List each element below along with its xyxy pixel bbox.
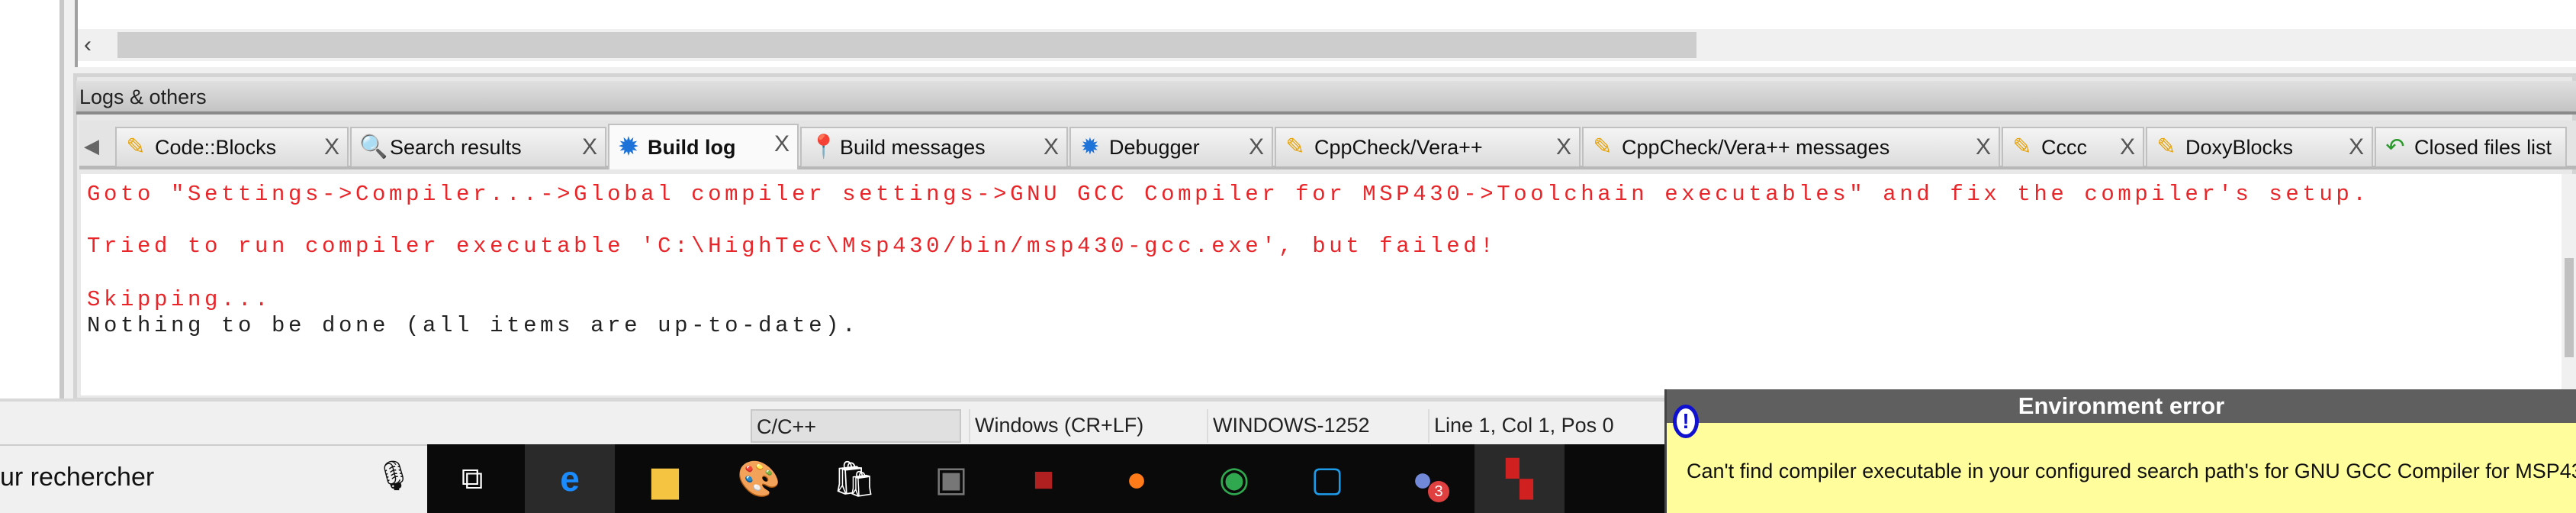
close-tab-icon[interactable]: X bbox=[1976, 134, 1991, 160]
environment-error-popup[interactable]: Environment error ! Can't find compiler … bbox=[1664, 389, 2576, 513]
tab-cppcheck-vera[interactable]: ✎ CppCheck/Vera++ X bbox=[1275, 127, 1581, 166]
edge-icon[interactable]: e bbox=[525, 444, 615, 513]
store-icon[interactable]: 🛍 bbox=[809, 444, 899, 513]
tab-build-log[interactable]: ✹ Build log X bbox=[608, 124, 799, 169]
status-encoding: WINDOWS-1252 bbox=[1207, 409, 1428, 443]
scrollbar-thumb[interactable] bbox=[117, 32, 1696, 58]
tab-label: Cccc bbox=[2041, 135, 2087, 159]
scroll-left-icon[interactable]: ‹ bbox=[84, 32, 92, 58]
tab-doxyblocks[interactable]: ✎ DoxyBlocks X bbox=[2146, 127, 2373, 166]
status-language: C/C++ bbox=[751, 409, 961, 443]
close-tab-icon[interactable]: X bbox=[582, 134, 597, 160]
tab-label: Code::Blocks bbox=[155, 135, 277, 159]
log-line: Nothing to be done (all items are up-to-… bbox=[87, 313, 860, 338]
close-tab-icon[interactable]: X bbox=[774, 131, 790, 157]
tab-label: Build log bbox=[648, 135, 736, 159]
popup-title: Environment error bbox=[1667, 389, 2576, 423]
tab-label: Build messages bbox=[840, 135, 986, 159]
close-tab-icon[interactable]: X bbox=[2120, 134, 2135, 160]
tab-closed-files-list[interactable]: ↶ Closed files list bbox=[2375, 127, 2567, 166]
tab-code-blocks[interactable]: ✎ Code::Blocks X bbox=[115, 127, 349, 166]
tab-label: Search results bbox=[390, 135, 522, 159]
tab-search-results[interactable]: 🔍 Search results X bbox=[350, 127, 606, 166]
log-line: Tried to run compiler executable 'C:\Hig… bbox=[87, 234, 1497, 259]
tab-label: Debugger bbox=[1109, 135, 1200, 159]
pushpin-icon: 📍 bbox=[809, 134, 838, 160]
microphone-icon[interactable]: 🎙 bbox=[375, 460, 412, 493]
notification-badge: 3 bbox=[1428, 481, 1449, 502]
task-view-icon[interactable]: ⧉ bbox=[427, 444, 517, 513]
left-panel bbox=[0, 0, 64, 398]
pencil-icon: ✎ bbox=[2156, 134, 2176, 160]
gear-icon: ✹ bbox=[619, 134, 638, 160]
firefox-icon[interactable]: ● bbox=[1092, 444, 1182, 513]
tab-cccc[interactable]: ✎ Cccc X bbox=[2002, 127, 2144, 166]
file-explorer-icon[interactable]: ▆ bbox=[620, 444, 710, 513]
log-line: Goto "Settings->Compiler...->Global comp… bbox=[87, 182, 2370, 207]
popup-message: Can't find compiler executable in your c… bbox=[1687, 460, 2576, 482]
logs-tab-bar: ◀ ✎ Code::Blocks X 🔍 Search results X ✹ Build l… bbox=[79, 121, 2576, 169]
pencil-icon: ✎ bbox=[1593, 134, 1613, 160]
green-arrow-icon: ↶ bbox=[2385, 134, 2405, 160]
gear-icon: ✹ bbox=[1080, 134, 1100, 160]
status-line-endings: Windows (CR+LF) bbox=[969, 409, 1205, 443]
close-tab-icon[interactable]: X bbox=[324, 134, 339, 160]
pencil-icon: ✎ bbox=[126, 134, 146, 160]
dragon-app-icon[interactable]: ■ bbox=[999, 444, 1089, 513]
horizontal-scrollbar[interactable]: ‹ bbox=[78, 29, 2576, 61]
tab-label: DoxyBlocks bbox=[2185, 135, 2294, 159]
close-tab-icon[interactable]: X bbox=[1044, 134, 1059, 160]
tab-cppcheck-vera-messages[interactable]: ✎ CppCheck/Vera++ messages X bbox=[1582, 127, 2000, 166]
search-text: ur rechercher bbox=[0, 463, 155, 492]
tab-label: CppCheck/Vera++ messages bbox=[1622, 135, 1890, 159]
windows-app-icon[interactable]: ▚ bbox=[1475, 444, 1565, 513]
paint-icon[interactable]: 🎨 bbox=[714, 444, 804, 513]
magnifier-icon: 🔍 bbox=[359, 134, 388, 160]
chat-app-icon[interactable]: ▢ bbox=[1282, 444, 1372, 513]
log-line: Skipping... bbox=[87, 287, 272, 312]
tab-build-messages[interactable]: 📍 Build messages X bbox=[800, 127, 1068, 166]
tab-debugger[interactable]: ✹ Debugger X bbox=[1069, 127, 1273, 166]
logs-panel-header: Logs & others bbox=[76, 81, 2576, 115]
tab-scroll-left-icon[interactable]: ◀ bbox=[84, 134, 99, 158]
tab-label: Closed files list bbox=[2414, 135, 2552, 159]
status-position: Line 1, Col 1, Pos 0 bbox=[1428, 409, 1657, 443]
pencil-icon: ✎ bbox=[1285, 134, 1305, 160]
pencil-icon: ✎ bbox=[2012, 134, 2032, 160]
build-log-output[interactable]: Goto "Settings->Compiler...->Global comp… bbox=[81, 174, 2562, 395]
discord-icon[interactable]: ● 3 bbox=[1378, 444, 1468, 513]
exclamation-icon: ! bbox=[1673, 405, 1699, 438]
close-tab-icon[interactable]: X bbox=[2349, 134, 2364, 160]
taskbar-search[interactable]: ur rechercher 🎙 bbox=[0, 444, 427, 513]
tab-label: CppCheck/Vera++ bbox=[1314, 135, 1483, 159]
close-tab-icon[interactable]: X bbox=[1249, 134, 1264, 160]
vertical-scrollbar[interactable] bbox=[2562, 174, 2576, 395]
logs-panel-title: Logs & others bbox=[79, 86, 207, 108]
chrome-icon[interactable]: ◉ bbox=[1189, 444, 1279, 513]
scrollbar-thumb[interactable] bbox=[2565, 258, 2574, 357]
app-icon[interactable]: ▣ bbox=[906, 444, 996, 513]
close-tab-icon[interactable]: X bbox=[1556, 134, 1571, 160]
